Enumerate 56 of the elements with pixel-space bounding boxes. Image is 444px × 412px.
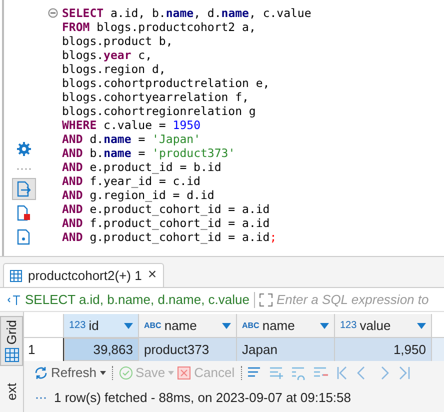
column-header[interactable]: 123 value <box>335 314 432 337</box>
table-cell: 1,950 <box>335 338 432 361</box>
dots-icon <box>17 167 31 171</box>
view-tab[interactable]: Grid <box>0 316 23 366</box>
caret-icon <box>100 371 106 375</box>
table-cell: 39,863 <box>64 338 139 361</box>
refresh-icon <box>34 366 48 380</box>
view-tab[interactable]: ext <box>0 380 23 403</box>
code-line: blogs.year c, <box>62 48 152 62</box>
table-icon <box>10 270 22 282</box>
code-line: WHERE c.value = 1950 <box>62 118 200 132</box>
code-line: blogs.cohortproductrelation e, <box>62 76 270 90</box>
code-line: AND f.year_id = c.id <box>62 174 200 188</box>
code-line: AND g.product_cohort_id = a.id; <box>62 230 277 244</box>
code-line: blogs.cohortyearrelation f, <box>62 90 249 104</box>
dropdown-icon[interactable] <box>320 322 329 328</box>
result-tab[interactable]: productcohort2(+) 1 × <box>3 263 164 287</box>
code-line: AND f.product_cohort_id = a.id <box>62 216 270 230</box>
code-line: AND e.product_id = b.id <box>62 160 222 174</box>
expand-icon[interactable] <box>258 292 272 306</box>
cancel-icon <box>177 366 192 380</box>
table-cell: Japan <box>237 338 335 361</box>
code-line: blogs.product b, <box>62 34 173 48</box>
column-header[interactable]: 123 id <box>64 314 139 337</box>
code-line: blogs.cohortregionrelation g <box>62 104 256 118</box>
table-cell: product373 <box>139 338 237 361</box>
code-line: AND b.name = 'product373' <box>62 146 236 160</box>
row-number: 1 <box>24 338 64 361</box>
file-error-icon <box>17 205 31 221</box>
tab-label: productcohort2(+) 1 <box>28 266 142 285</box>
side-tool-button[interactable] <box>12 178 36 200</box>
more-icon <box>36 396 46 400</box>
dropdown-icon[interactable] <box>417 322 426 328</box>
dropdown-icon[interactable] <box>222 322 231 328</box>
file-variable-icon <box>17 229 31 245</box>
dropdown-icon[interactable] <box>124 322 133 328</box>
code-line: blogs.region d, <box>62 62 166 76</box>
code-line: AND d.name = 'Japan' <box>62 132 201 146</box>
code-line: AND g.region_id = d.id <box>62 188 214 202</box>
query-text: SELECT a.id, b.name, d.name, c.value <box>25 290 250 309</box>
code-line: SELECT a.id, b.name, d.name, c.value <box>62 6 312 20</box>
edit-rows-drawing[interactable] <box>248 366 328 380</box>
column-header[interactable]: ABC name <box>237 314 335 337</box>
close-icon[interactable]: × <box>148 264 157 287</box>
code-line: FROM blogs.productcohort2 a, <box>62 20 256 34</box>
collapse-icon[interactable] <box>48 8 58 18</box>
filter-icon <box>7 294 21 306</box>
grid-icon <box>4 348 18 362</box>
code-line: AND e.product_cohort_id = a.id <box>62 202 270 216</box>
check-circle-icon <box>118 366 133 380</box>
status-text: 1 row(s) fetched - 88ms, on 2023-09-07 at 09:15:58 <box>54 389 352 407</box>
export-file-icon <box>17 181 31 197</box>
column-header[interactable]: ABC name <box>139 314 237 337</box>
caret-icon <box>168 371 174 375</box>
toolbar-button[interactable]: Refresh <box>34 363 106 383</box>
gear-icon <box>17 142 31 156</box>
